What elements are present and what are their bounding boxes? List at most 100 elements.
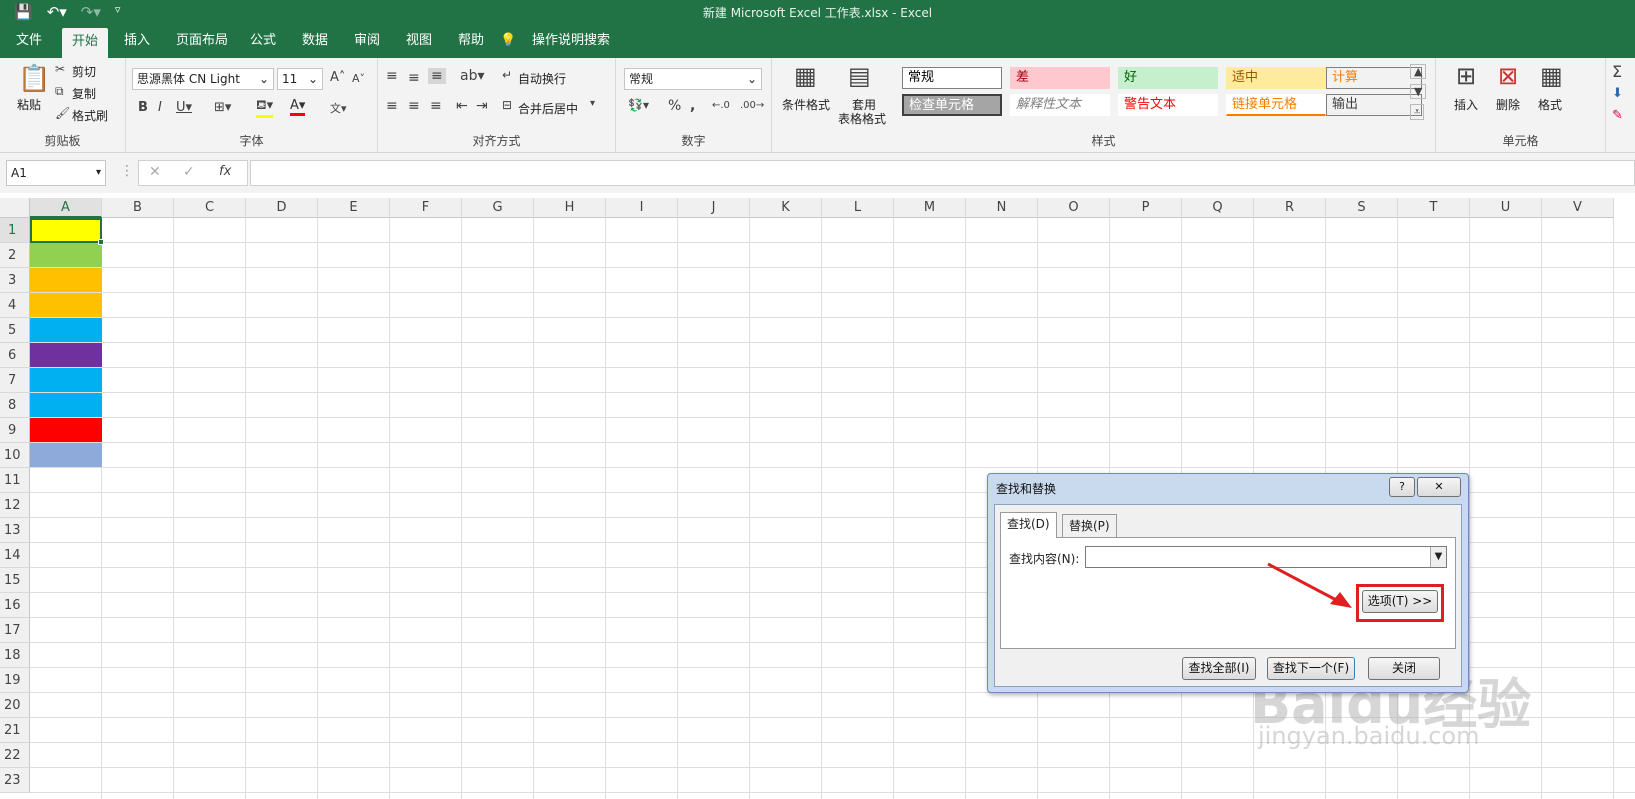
align-left-icon[interactable]: ≡ — [386, 98, 398, 114]
row-header[interactable]: 23 — [0, 768, 30, 793]
row-header[interactable]: 9 — [0, 418, 30, 443]
formula-input[interactable] — [250, 160, 1635, 186]
column-header[interactable]: T — [1398, 198, 1470, 218]
cancel-icon[interactable]: ✕ — [149, 164, 161, 180]
column-header[interactable]: K — [750, 198, 822, 218]
enter-icon[interactable]: ✓ — [183, 164, 195, 180]
filled-cell[interactable] — [30, 293, 102, 317]
cell-style-item[interactable]: 常规 — [902, 67, 1002, 89]
decrease-indent-icon[interactable]: ⇤ — [456, 98, 468, 114]
select-all-corner[interactable] — [0, 198, 30, 218]
autosum-icon[interactable]: Σ — [1612, 62, 1622, 81]
font-name-select[interactable]: 思源黑体 CN Light ⌄ — [132, 68, 274, 90]
cut-button[interactable]: 剪切 — [72, 63, 96, 80]
align-bottom-icon[interactable]: ≡ — [428, 68, 446, 84]
increase-font-icon[interactable]: A˄ — [330, 70, 345, 85]
chevron-down-icon[interactable]: ▾ — [590, 98, 595, 109]
column-header[interactable]: S — [1326, 198, 1398, 218]
copy-button[interactable]: 复制 — [72, 85, 96, 102]
tab-help[interactable]: 帮助 — [448, 24, 494, 58]
filled-cell[interactable] — [30, 368, 102, 392]
merge-center-button[interactable]: 合并后居中 — [518, 100, 578, 117]
row-header[interactable]: 13 — [0, 518, 30, 543]
tab-view[interactable]: 视图 — [396, 24, 442, 58]
insert-cells-button[interactable]: 插入 — [1454, 96, 1478, 113]
delete-cells-button[interactable]: 删除 — [1496, 96, 1520, 113]
cell-style-item[interactable]: 链接单元格 — [1226, 94, 1326, 116]
border-icon[interactable]: ⊞▾ — [214, 100, 231, 115]
wrap-text-button[interactable]: 自动换行 — [518, 70, 566, 87]
tab-file[interactable]: 文件 — [6, 24, 52, 58]
row-header[interactable]: 10 — [0, 443, 30, 468]
increase-decimal-icon[interactable]: ←.0 — [712, 100, 730, 111]
filled-cell[interactable] — [30, 418, 102, 442]
row-header[interactable]: 19 — [0, 668, 30, 693]
column-header[interactable]: L — [822, 198, 894, 218]
column-header[interactable]: D — [246, 198, 318, 218]
gallery-up-icon[interactable]: ▲ — [1410, 64, 1427, 79]
align-right-icon[interactable]: ≡ — [430, 98, 442, 114]
help-button[interactable]: ? — [1389, 477, 1415, 497]
percent-icon[interactable]: % — [668, 98, 681, 114]
column-header[interactable]: R — [1254, 198, 1326, 218]
fill-down-icon[interactable]: ⬇ — [1612, 86, 1623, 101]
row-header[interactable]: 21 — [0, 718, 30, 743]
filled-cell[interactable] — [30, 343, 102, 367]
filled-cell[interactable] — [30, 318, 102, 342]
column-header[interactable]: E — [318, 198, 390, 218]
row-header[interactable]: 2 — [0, 243, 30, 268]
cell-style-item[interactable]: 计算 — [1326, 67, 1422, 89]
row-header[interactable]: 7 — [0, 368, 30, 393]
filled-cell[interactable] — [30, 268, 102, 292]
filled-cell[interactable] — [30, 443, 102, 467]
row-header[interactable]: 18 — [0, 643, 30, 668]
align-center-icon[interactable]: ≡ — [408, 98, 420, 114]
underline-icon[interactable]: U▾ — [176, 100, 192, 115]
cell-style-item[interactable]: 差 — [1010, 67, 1110, 89]
column-header[interactable]: F — [390, 198, 462, 218]
filled-cell[interactable] — [30, 243, 102, 267]
paste-icon[interactable]: 📋 — [18, 64, 50, 94]
row-header[interactable]: 20 — [0, 693, 30, 718]
find-next-button[interactable]: 查找下一个(F) — [1267, 657, 1355, 680]
column-header[interactable]: O — [1038, 198, 1110, 218]
column-header[interactable]: P — [1110, 198, 1182, 218]
row-header[interactable]: 14 — [0, 543, 30, 568]
decrease-decimal-icon[interactable]: .00→ — [740, 100, 764, 111]
cell-style-item[interactable]: 输出 — [1326, 94, 1422, 116]
column-header[interactable]: J — [678, 198, 750, 218]
conditional-format-button[interactable]: 条件格式 — [782, 96, 830, 113]
tab-home[interactable]: 开始 — [62, 28, 109, 58]
close-x-button[interactable]: ✕ — [1417, 477, 1461, 497]
decrease-font-icon[interactable]: A˅ — [352, 72, 365, 85]
cell-style-item[interactable]: 解释性文本 — [1010, 94, 1110, 116]
number-format-select[interactable]: 常规 ⌄ — [624, 68, 762, 90]
tell-me-search[interactable]: 操作说明搜索 — [522, 24, 620, 58]
row-header[interactable]: 8 — [0, 393, 30, 418]
row-header[interactable]: 3 — [0, 268, 30, 293]
orientation-icon[interactable]: ab▾ — [460, 68, 485, 84]
row-header[interactable]: 11 — [0, 468, 30, 493]
column-header[interactable]: C — [174, 198, 246, 218]
filled-cell[interactable] — [30, 393, 102, 417]
cell-style-item[interactable]: 警告文本 — [1118, 94, 1218, 116]
clear-icon[interactable]: ✎ — [1612, 108, 1623, 123]
close-button[interactable]: 关闭 — [1368, 657, 1440, 680]
row-header[interactable]: 16 — [0, 593, 30, 618]
tab-data[interactable]: 数据 — [292, 24, 338, 58]
column-header[interactable]: V — [1542, 198, 1614, 218]
align-top-icon[interactable]: ≡ — [386, 68, 398, 84]
row-header[interactable]: 12 — [0, 493, 30, 518]
tab-page-layout[interactable]: 页面布局 — [166, 24, 238, 58]
column-header[interactable]: M — [894, 198, 966, 218]
bold-icon[interactable]: B — [138, 100, 148, 115]
tab-insert[interactable]: 插入 — [114, 24, 160, 58]
format-cells-button[interactable]: 格式 — [1538, 96, 1562, 113]
cell-style-item[interactable]: 适中 — [1226, 67, 1326, 89]
row-header[interactable]: 15 — [0, 568, 30, 593]
font-size-select[interactable]: 11 ⌄ — [277, 68, 323, 90]
column-header[interactable]: U — [1470, 198, 1542, 218]
insert-function-icon[interactable]: fx — [219, 164, 231, 179]
gallery-more-icon[interactable]: ⩡ — [1410, 104, 1425, 120]
italic-icon[interactable]: I — [158, 100, 162, 115]
